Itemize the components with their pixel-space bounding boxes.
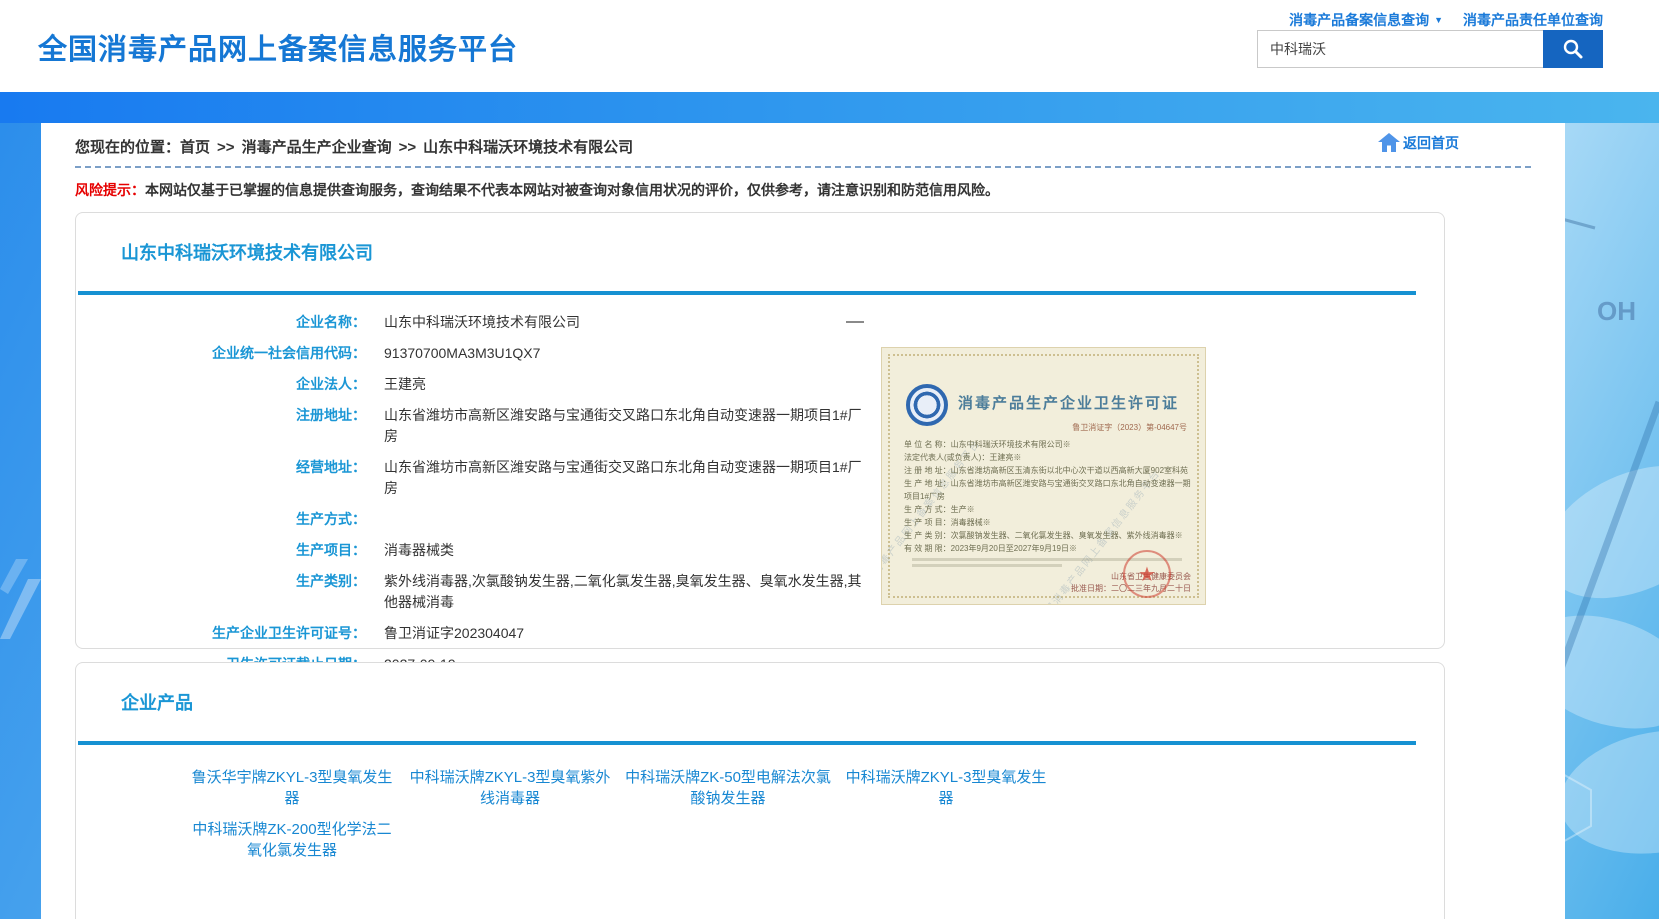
field-value: 山东省潍坊市高新区潍安路与宝通街交叉路口东北角自动变速器一期项目1#厂房 [384,405,864,447]
product-link[interactable]: 鲁沃华宇牌ZKYL-3型臭氧发生器 [186,767,398,809]
breadcrumb: 您现在的位置：首页 >> 消毒产品生产企业查询 >> 山东中科瑞沃环境技术有限公司 [75,136,1565,157]
divider-rule [78,291,1416,295]
product-link[interactable]: 中科瑞沃牌ZKYL-3型臭氧发生器 [840,767,1052,809]
product-link[interactable]: 中科瑞沃牌ZK-50型电解法次氯酸钠发生器 [622,767,834,809]
field-label: 生产企业卫生许可证号： [76,623,366,644]
field-value: 紫外线消毒器,次氯酸钠发生器,二氧化氯发生器,臭氧发生器、臭氧水发生器,其他器械… [384,571,864,613]
field-label: 注册地址： [76,405,366,447]
field-value: 鲁卫消证字202304047 [384,623,524,644]
back-home-link[interactable]: 返回首页 [1377,132,1459,153]
chevron-down-icon: ▼ [1434,15,1443,25]
content-wrapper: 您现在的位置：首页 >> 消毒产品生产企业查询 >> 山东中科瑞沃环境技术有限公司 返回… [41,123,1565,919]
back-home-label: 返回首页 [1403,133,1459,153]
field-label: 生产方式： [76,509,366,530]
certificate-text: 单 位 名 称：山东中科瑞沃环境技术有限公司※法定代表人(或负责人)：王建亮※注… [904,438,1196,567]
product-link[interactable]: 中科瑞沃牌ZKYL-3型臭氧紫外线消毒器 [404,767,616,809]
search-box [1257,30,1603,68]
certificate-fineprint-bar [912,564,1062,567]
field-row: 企业统一社会信用代码： 91370700MA3M3U1QX7 [76,338,926,369]
company-fields: 企业名称： 山东中科瑞沃环境技术有限公司企业统一社会信用代码： 91370700MA… [76,307,926,680]
certificate-image: 全国消毒产品网上备案信息服务平台 全国消毒产品网上备案信息服务平台 消毒产品生产… [881,347,1206,605]
field-row: 注册地址： 山东省潍坊市高新区潍安路与宝通街交叉路口东北角自动变速器一期项目1#厂… [76,400,926,452]
field-row: 生产方式： [76,504,926,535]
field-row: 生产企业卫生许可证号： 鲁卫消证字202304047 [76,618,926,649]
products-card: 企业产品 鲁沃华宇牌ZKYL-3型臭氧发生器中科瑞沃牌ZKYL-3型臭氧紫外线消… [75,662,1445,919]
top-nav: 消毒产品备案信息查询 ▼ 消毒产品责任单位查询 [1289,10,1603,30]
company-card: 山东中科瑞沃环境技术有限公司 企业名称：山东中科瑞沃环境技术有限公司企业统一社会… [75,212,1445,649]
breadcrumb-item: 山东中科瑞沃环境技术有限公司 [423,139,633,156]
certificate-text-line: 生 产 方 式：生产※ [904,503,1196,516]
field-label: 生产类别： [76,571,366,613]
field-row: 生产项目： 消毒器械类 [76,535,926,566]
product-list: 鲁沃华宇牌ZKYL-3型臭氧发生器中科瑞沃牌ZKYL-3型臭氧紫外线消毒器中科瑞… [186,767,1126,871]
risk-notice: 风险提示：本网站仅基于已掌握的信息提供查询服务，查询结果不代表本网站对被查询对象… [75,180,1565,200]
breadcrumb-item[interactable]: 首页 [180,139,210,156]
shape-decoration [0,519,41,639]
certificate-number: 鲁卫消证字（2023）第-04647号 [1072,422,1187,433]
small-dash [846,321,864,323]
field-value: 91370700MA3M3U1QX7 [384,343,540,364]
field-value: 消毒器械类 [384,540,454,561]
certificate-text-line: 单 位 名 称：山东中科瑞沃环境技术有限公司※ [904,438,1196,451]
search-icon [1561,37,1585,61]
field-value: 王建亮 [384,374,426,395]
field-label: 企业法人： [76,374,366,395]
field-label: 生产项目： [76,540,366,561]
certificate-text-line: 注 册 地 址：山东省潍坊高新区玉清东街以北中心次干道以西高新大厦902室科苑 [904,464,1196,477]
field-row: 生产类别： 紫外线消毒器,次氯酸钠发生器,二氧化氯发生器,臭氧发生器、臭氧水发生器… [76,566,926,618]
field-row: 企业名称： 山东中科瑞沃环境技术有限公司 [76,307,926,338]
breadcrumb-separator: >> [399,139,417,156]
nav-link-record-query[interactable]: 消毒产品备案信息查询 ▼ [1289,10,1443,30]
company-name-heading: 山东中科瑞沃环境技术有限公司 [121,239,373,265]
breadcrumb-separator: >> [217,139,235,156]
certificate-text-line: 生 产 地 址：山东省潍坊市高新区潍安路与宝通街交叉路口东北角自动变速器一期项目… [904,477,1196,503]
site-header: 全国消毒产品网上备案信息服务平台 消毒产品备案信息查询 ▼ 消毒产品责任单位查询 [0,0,1659,92]
products-heading: 企业产品 [121,689,193,715]
divider-rule [78,741,1416,745]
seal-star-icon: ★ [1138,562,1156,587]
certificate-text-line: 法定代表人(或负责人)：王建亮※ [904,451,1196,464]
field-value: 山东中科瑞沃环境技术有限公司 [384,312,580,333]
certificate-title: 消毒产品生产企业卫生许可证 [958,392,1179,413]
product-link[interactable]: 中科瑞沃牌ZK-200型化学法二氧化氯发生器 [186,819,398,861]
site-title: 全国消毒产品网上备案信息服务平台 [38,26,518,68]
home-icon [1377,132,1401,153]
search-input[interactable] [1257,30,1543,68]
certificate-text-line: 生 产 项 目：消毒器械※ [904,516,1196,529]
search-button[interactable] [1543,30,1603,68]
nav-link-label: 消毒产品备案信息查询 [1289,12,1429,28]
certificate-emblem-icon [906,384,948,426]
svg-text:OH: OH [1597,296,1636,326]
field-value: 山东省潍坊市高新区潍安路与宝通街交叉路口东北角自动变速器一期项目1#厂房 [384,457,864,499]
red-seal-icon: ★ [1123,550,1171,598]
risk-text: 本网站仅基于已掌握的信息提供查询服务，查询结果不代表本网站对被查询对象信用状况的… [145,182,999,198]
nav-link-responsible-unit-query[interactable]: 消毒产品责任单位查询 [1463,10,1603,30]
header-band [0,92,1659,123]
field-row: 企业法人： 王建亮 [76,369,926,400]
dashed-separator [75,166,1531,168]
certificate-text-line: 生 产 类 别：次氯酸钠发生器、二氧化氯发生器、臭氧发生器、紫外线消毒器※ [904,529,1196,542]
breadcrumb-prefix: 您现在的位置： [75,139,180,156]
field-label: 企业名称： [76,312,366,333]
field-label: 经营地址： [76,457,366,499]
field-label: 企业统一社会信用代码： [76,343,366,364]
breadcrumb-row: 您现在的位置：首页 >> 消毒产品生产企业查询 >> 山东中科瑞沃环境技术有限公司 返回… [41,123,1565,157]
risk-label: 风险提示： [75,182,145,198]
field-row: 经营地址： 山东省潍坊市高新区潍安路与宝通街交叉路口东北角自动变速器一期项目1#厂… [76,452,926,504]
breadcrumb-item[interactable]: 消毒产品生产企业查询 [242,139,392,156]
